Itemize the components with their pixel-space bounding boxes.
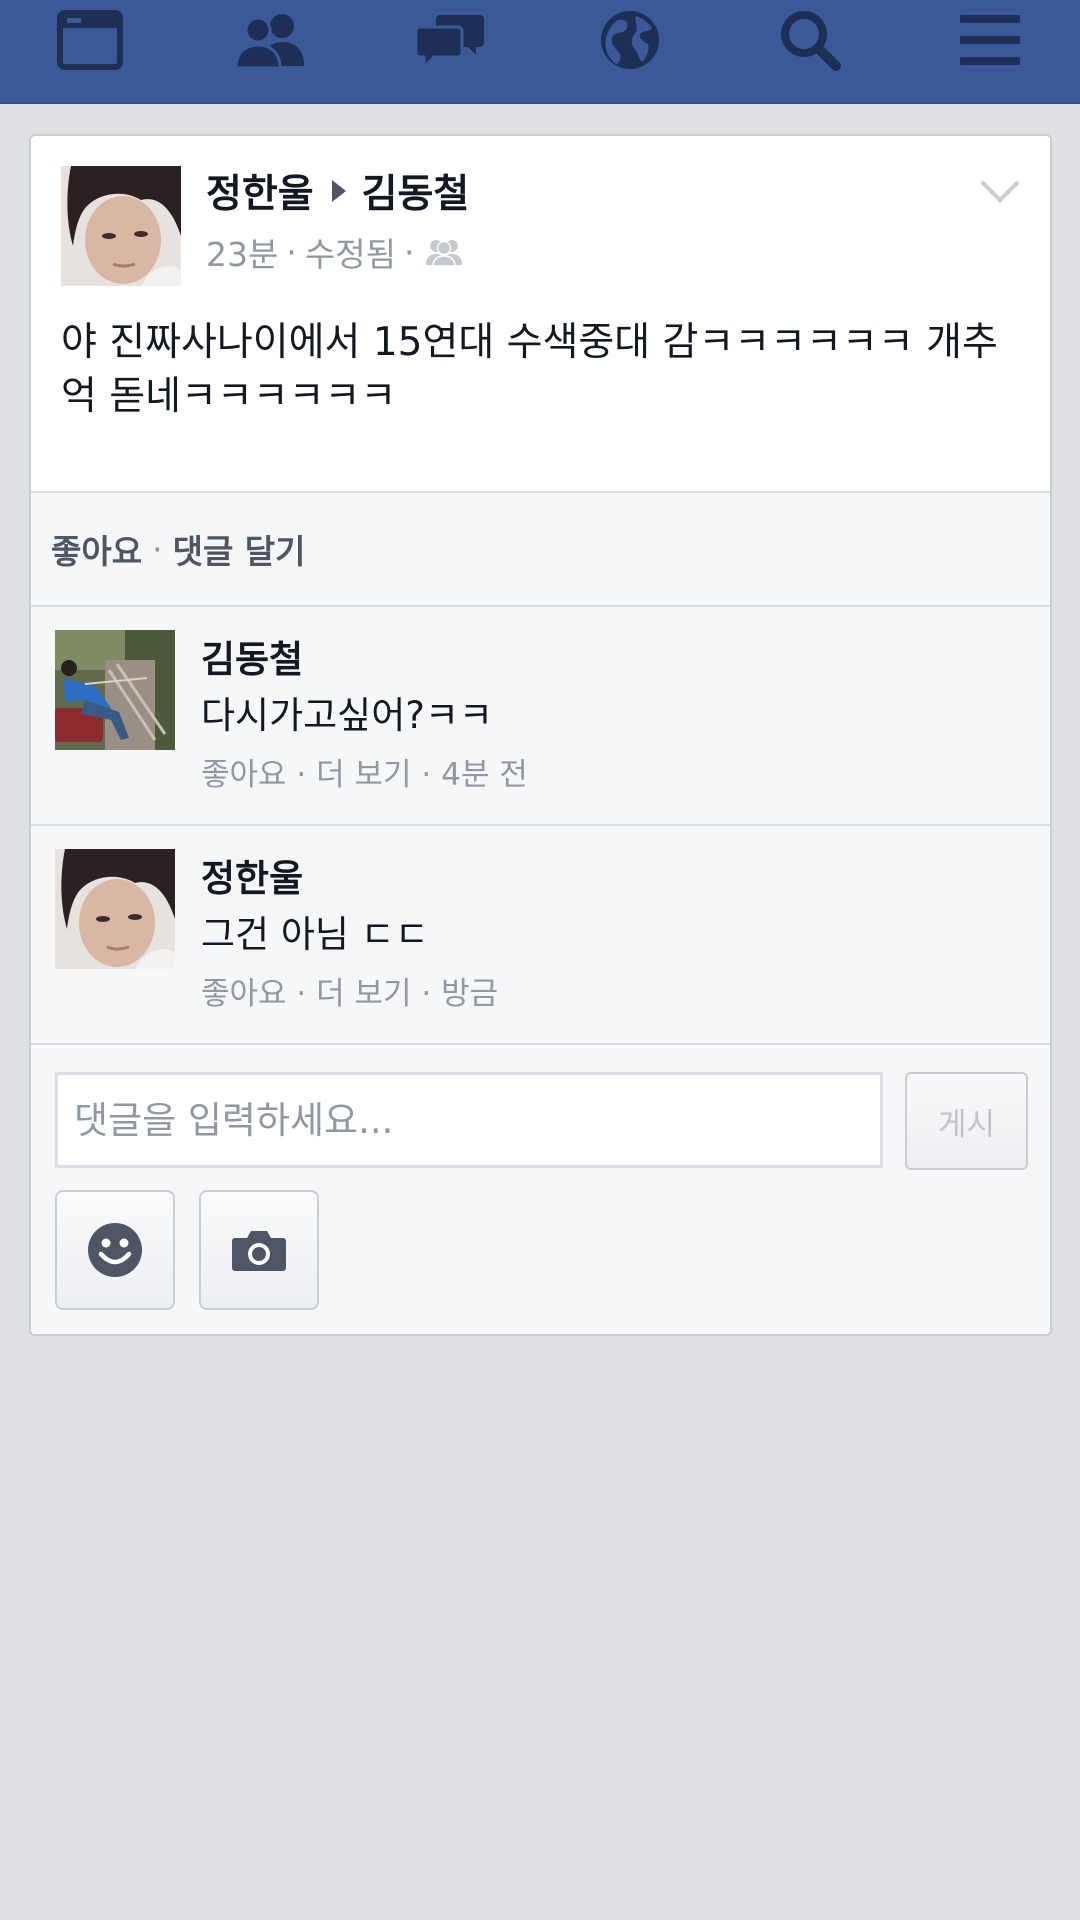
- search-button[interactable]: [760, 0, 860, 80]
- post-meta: 23분 · 수정됨 ·: [206, 230, 464, 274]
- comment-composer: 게시: [31, 1047, 1050, 1334]
- menu-button[interactable]: [940, 0, 1040, 80]
- comment-meta[interactable]: 좋아요 · 더 보기 · 방금: [201, 968, 498, 1013]
- post-time[interactable]: 23분: [206, 228, 278, 276]
- story-card: 정한울 김동철 23분 · 수정됨 · 야 진짜사나이에서 15연대 수색중대 …: [29, 134, 1052, 1336]
- commenter-name[interactable]: 정한울: [201, 848, 303, 902]
- comment-meta[interactable]: 좋아요 · 더 보기 · 4분 전: [201, 749, 528, 794]
- messages-button[interactable]: [400, 0, 500, 80]
- edited-label[interactable]: 수정됨: [305, 228, 396, 276]
- post-header: 정한울 김동철 23분 · 수정됨 · 야 진짜사나이에서 15연대 수색중대 …: [31, 136, 1050, 491]
- search-icon: [781, 11, 841, 71]
- smiley-icon: [88, 1223, 142, 1277]
- friend-requests-button[interactable]: [220, 0, 320, 80]
- friends-icon: [424, 237, 464, 267]
- post-button[interactable]: 게시: [905, 1072, 1028, 1170]
- comment-text: 다시가고싶어?ㅋㅋ: [201, 694, 493, 737]
- messages-icon: [414, 15, 484, 71]
- comment-item: 정한울 그건 아님 ㄷㄷ 좋아요 · 더 보기 · 방금: [31, 826, 1050, 1045]
- action-separator: ·: [152, 529, 163, 569]
- meta-separator: ·: [403, 232, 415, 272]
- meta-separator: ·: [286, 232, 297, 272]
- comment-text: 그건 아님 ㄷㄷ: [201, 913, 429, 956]
- comment-item: 김동철 다시가고싶어?ㅋㅋ 좋아요 · 더 보기 · 4분 전: [31, 607, 1050, 826]
- chevron-down-icon[interactable]: [978, 176, 1022, 206]
- action-bar: 좋아요 · 댓글 달기: [31, 491, 1050, 607]
- post-author-line: 정한울 김동철: [206, 163, 470, 219]
- camera-icon: [232, 1231, 286, 1271]
- emoji-button[interactable]: [55, 1190, 175, 1310]
- commenter-avatar[interactable]: [55, 630, 175, 750]
- news-feed-button[interactable]: [40, 0, 140, 80]
- comment-button[interactable]: 댓글 달기: [173, 525, 306, 573]
- like-button[interactable]: 좋아요: [51, 525, 142, 573]
- comment-input[interactable]: [55, 1072, 883, 1168]
- author-avatar[interactable]: [61, 166, 181, 286]
- author-name[interactable]: 정한울: [206, 163, 314, 219]
- commenter-avatar[interactable]: [55, 849, 175, 969]
- notifications-button[interactable]: [580, 0, 680, 80]
- commenter-name[interactable]: 김동철: [201, 629, 303, 683]
- menu-icon: [960, 15, 1020, 65]
- news-feed-icon: [57, 10, 123, 70]
- camera-button[interactable]: [199, 1190, 319, 1310]
- target-name[interactable]: 김동철: [362, 163, 470, 219]
- notifications-globe-icon: [601, 11, 659, 69]
- arrow-right-icon: [330, 178, 348, 204]
- post-message: 야 진짜사나이에서 15연대 수색중대 감ㅋㅋㅋㅋㅋㅋ 개추억 돋네ㅋㅋㅋㅋㅋㅋ: [61, 320, 998, 419]
- top-navigation-bar: [0, 0, 1080, 104]
- friend-requests-icon: [234, 14, 304, 70]
